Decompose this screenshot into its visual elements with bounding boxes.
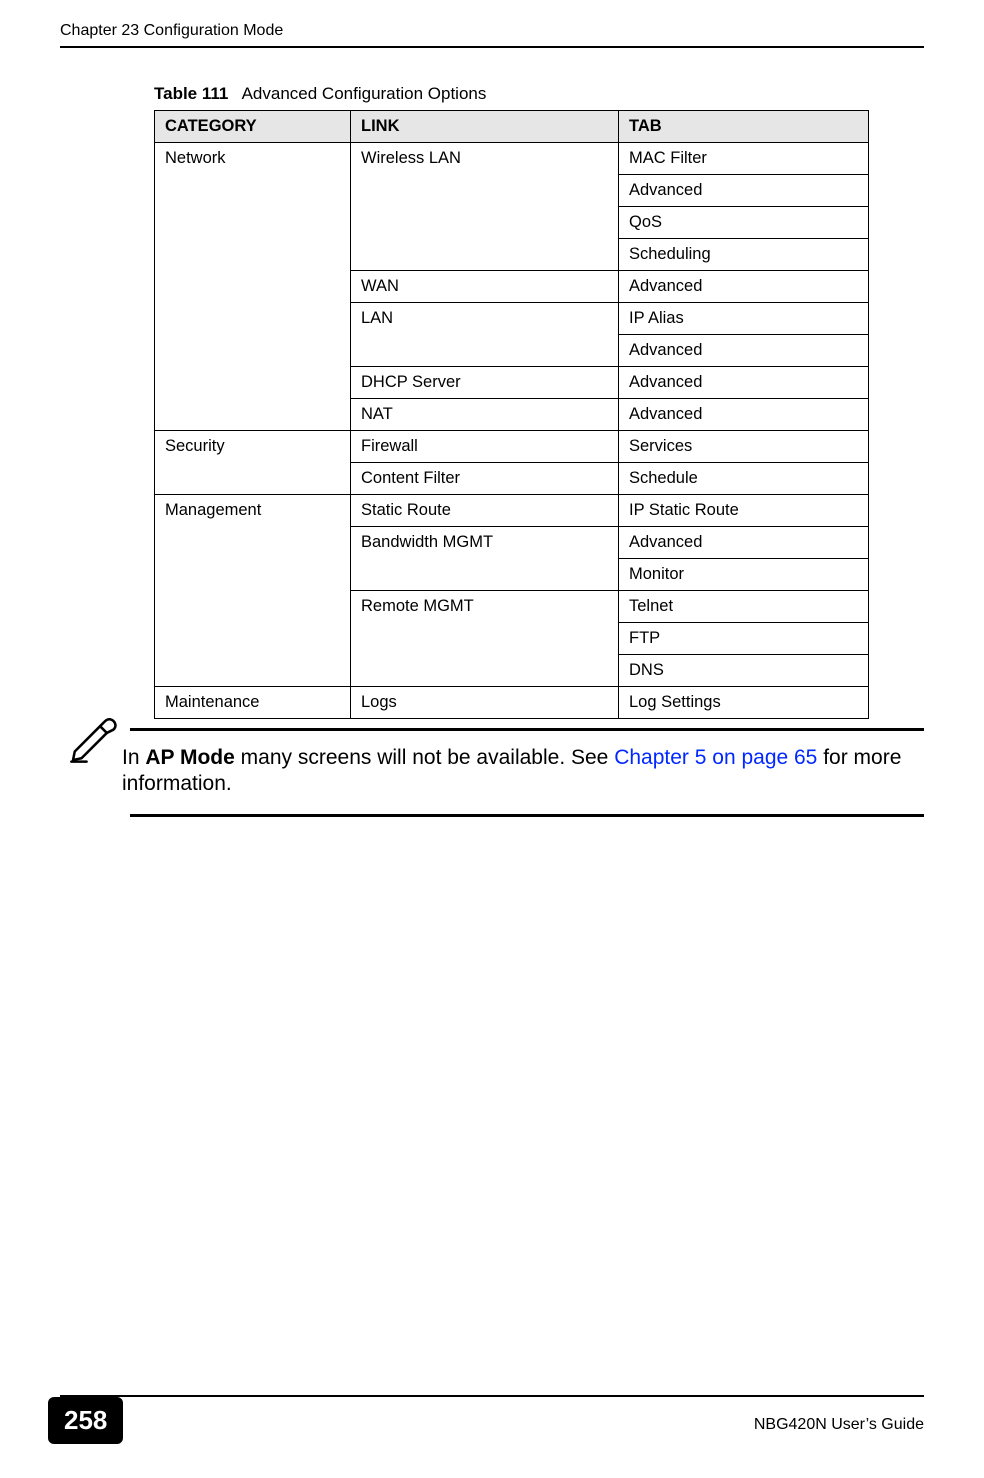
note-rule-bottom [130,814,924,817]
cell-tab: Monitor [619,559,869,591]
cell-tab: DNS [619,655,869,687]
cell-link: Wireless LAN [351,143,619,271]
table-row: NetworkWireless LANMAC Filter [155,143,869,175]
cell-tab: Schedule [619,463,869,495]
cell-tab: IP Static Route [619,495,869,527]
cell-link: Firewall [351,431,619,463]
cell-link: WAN [351,271,619,303]
cell-tab: QoS [619,207,869,239]
note-rule-top [130,728,924,731]
page-number-badge: 258 [48,1397,123,1444]
cell-tab: Scheduling [619,239,869,271]
cell-category: Maintenance [155,687,351,719]
cell-tab: FTP [619,623,869,655]
cell-link: Static Route [351,495,619,527]
page-header: Chapter 23 Configuration Mode [60,22,924,48]
table-caption-label: Table 111 [154,84,228,103]
chapter-title: Chapter 23 Configuration Mode [60,22,283,39]
page-footer: 258 NBG420N User’s Guide [60,1395,924,1444]
note-text: In AP Mode many screens will not be avai… [122,745,924,796]
note-prefix: In [122,746,145,769]
cell-link: DHCP Server [351,367,619,399]
col-link: LINK [351,111,619,143]
cell-tab: Advanced [619,527,869,559]
cell-link: Content Filter [351,463,619,495]
cell-tab: IP Alias [619,303,869,335]
table-caption-text: Advanced Configuration Options [242,84,487,103]
config-table-section: Table 111 Advanced Configuration Options… [154,84,868,719]
cell-category: Security [155,431,351,495]
hand-writing-icon [68,711,122,770]
table-header-row: CATEGORY LINK TAB [155,111,869,143]
cell-link: NAT [351,399,619,431]
col-category: CATEGORY [155,111,351,143]
config-options-table: CATEGORY LINK TAB NetworkWireless LANMAC… [154,110,869,719]
table-row: ManagementStatic RouteIP Static Route [155,495,869,527]
cell-tab: Advanced [619,367,869,399]
col-tab: TAB [619,111,869,143]
table-row: MaintenanceLogsLog Settings [155,687,869,719]
cell-category: Network [155,143,351,431]
cell-tab: Services [619,431,869,463]
cell-link: LAN [351,303,619,367]
note-block: In AP Mode many screens will not be avai… [154,728,924,817]
cell-tab: Advanced [619,399,869,431]
cell-tab: Advanced [619,335,869,367]
cell-link: Logs [351,687,619,719]
note-bold: AP Mode [145,746,234,769]
cell-category: Management [155,495,351,687]
cell-tab: Advanced [619,271,869,303]
note-link[interactable]: Chapter 5 on page 65 [614,746,817,769]
table-row: SecurityFirewallServices [155,431,869,463]
footer-guide: NBG420N User’s Guide [754,1416,924,1434]
cell-link: Bandwidth MGMT [351,527,619,591]
cell-tab: Log Settings [619,687,869,719]
note-mid: many screens will not be available. See [235,746,614,769]
cell-tab: Telnet [619,591,869,623]
cell-tab: Advanced [619,175,869,207]
cell-tab: MAC Filter [619,143,869,175]
cell-link: Remote MGMT [351,591,619,687]
table-caption: Table 111 Advanced Configuration Options [154,84,868,104]
